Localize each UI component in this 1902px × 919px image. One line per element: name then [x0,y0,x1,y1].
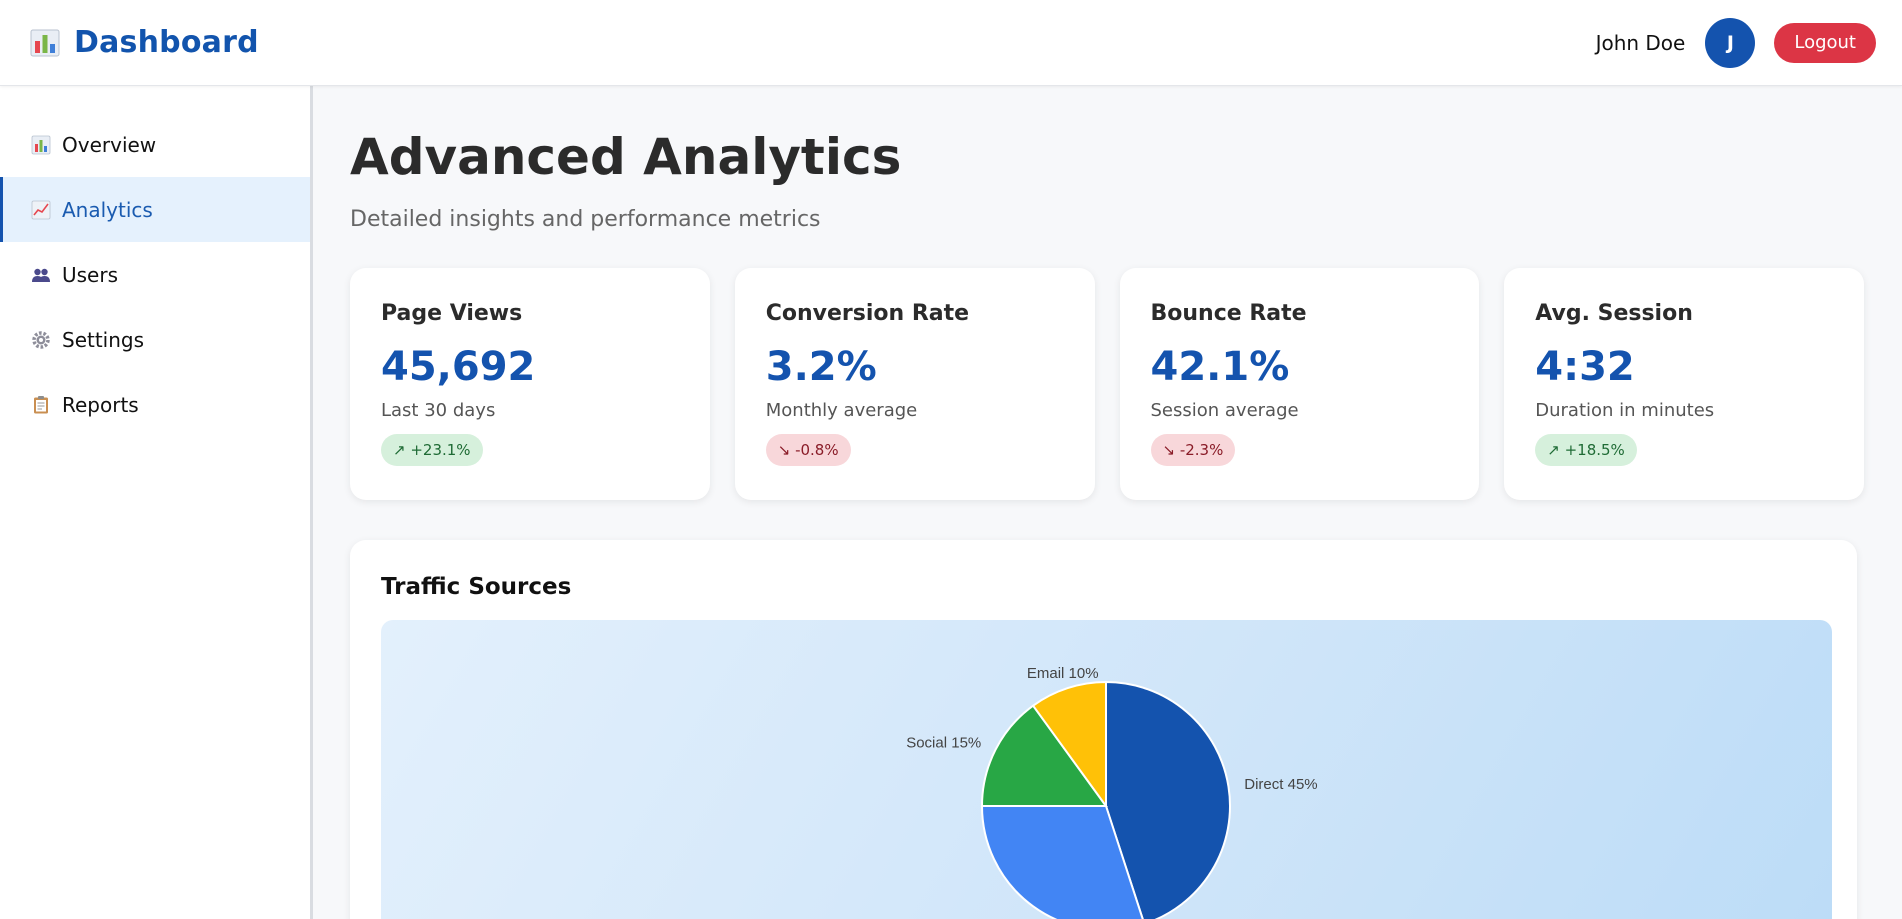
bar-chart-icon [30,29,60,56]
sidebar-item-reports[interactable]: Reports [0,372,310,437]
sidebar-item-analytics[interactable]: Analytics [0,177,310,242]
page-subtitle: Detailed insights and performance metric… [350,207,821,232]
pie-slice-label: Direct 45% [1244,776,1317,793]
sidebar-item-settings[interactable]: Settings [0,307,310,372]
stat-card-value: 4:32 [1535,344,1635,390]
trend-badge: ↘ -2.3% [1150,434,1236,466]
avatar[interactable]: J [1705,17,1756,68]
sidebar-item-label: Users [62,262,119,287]
stat-card-note: Last 30 days [381,400,496,421]
trend-badge: ↗ +18.5% [1535,434,1637,466]
stat-card-note: Session average [1150,400,1299,421]
pie-slice-label: Social 15% [906,734,981,751]
sidebar: Overview Analytics Users Settings Report… [0,86,313,919]
gear-icon [32,330,50,349]
brand[interactable]: Dashboard [30,25,259,60]
stat-card-note: Duration in minutes [1535,400,1715,421]
sidebar-item-label: Reports [62,392,139,417]
stat-card-bounce-rate: Bounce Rate 42.1% Session average ↘ -2.3… [1119,268,1480,500]
stat-card-title: Avg. Session [1535,301,1693,326]
trend-badge: ↘ -0.8% [765,434,851,466]
stat-card-page-views: Page Views 45,692 Last 30 days ↗ +23.1% [350,268,710,500]
pie-slice-label: Email 10% [1027,665,1099,682]
main-content: Advanced Analytics Detailed insights and… [313,86,1902,919]
stat-card-value: 42.1% [1150,344,1290,390]
stat-card-note: Monthly average [765,400,918,421]
stat-card-title: Conversion Rate [765,301,970,326]
sidebar-item-label: Analytics [62,197,153,222]
panel-title: Traffic Sources [381,574,572,600]
user-name: John Doe [1595,30,1686,55]
stat-card-title: Bounce Rate [1150,301,1307,326]
page-title: Advanced Analytics [350,128,902,186]
stat-card-title: Page Views [381,301,523,326]
logout-button[interactable]: Logout [1774,22,1876,63]
brand-title: Dashboard [74,25,259,60]
stat-card-value: 3.2% [765,344,877,390]
clipboard-icon [34,395,48,413]
users-icon [32,268,50,282]
sidebar-item-users[interactable]: Users [0,242,310,307]
header-user-area: John Doe J Logout [1595,17,1876,68]
bar-chart-icon [31,135,51,154]
line-chart-icon [31,200,51,219]
stat-card-avg-session: Avg. Session 4:32 Duration in minutes ↗ … [1504,268,1864,500]
stat-cards: Page Views 45,692 Last 30 days ↗ +23.1% … [350,268,1864,500]
sidebar-item-label: Overview [62,132,157,157]
top-header: Dashboard John Doe J Logout [0,0,1902,86]
trend-badge: ↗ +23.1% [381,434,483,466]
pie-chart: Direct 45% Social 15% Email 10% [906,665,1318,919]
stat-card-conversion-rate: Conversion Rate 3.2% Monthly average ↘ -… [734,268,1095,500]
pie-chart-area: Direct 45% Social 15% Email 10% [381,620,1832,919]
sidebar-item-label: Settings [62,327,145,352]
sidebar-item-overview[interactable]: Overview [0,112,310,177]
stat-card-value: 45,692 [381,344,536,390]
traffic-sources-panel: Traffic Sources Direct 45% Social 15% Emai… [350,540,1857,919]
